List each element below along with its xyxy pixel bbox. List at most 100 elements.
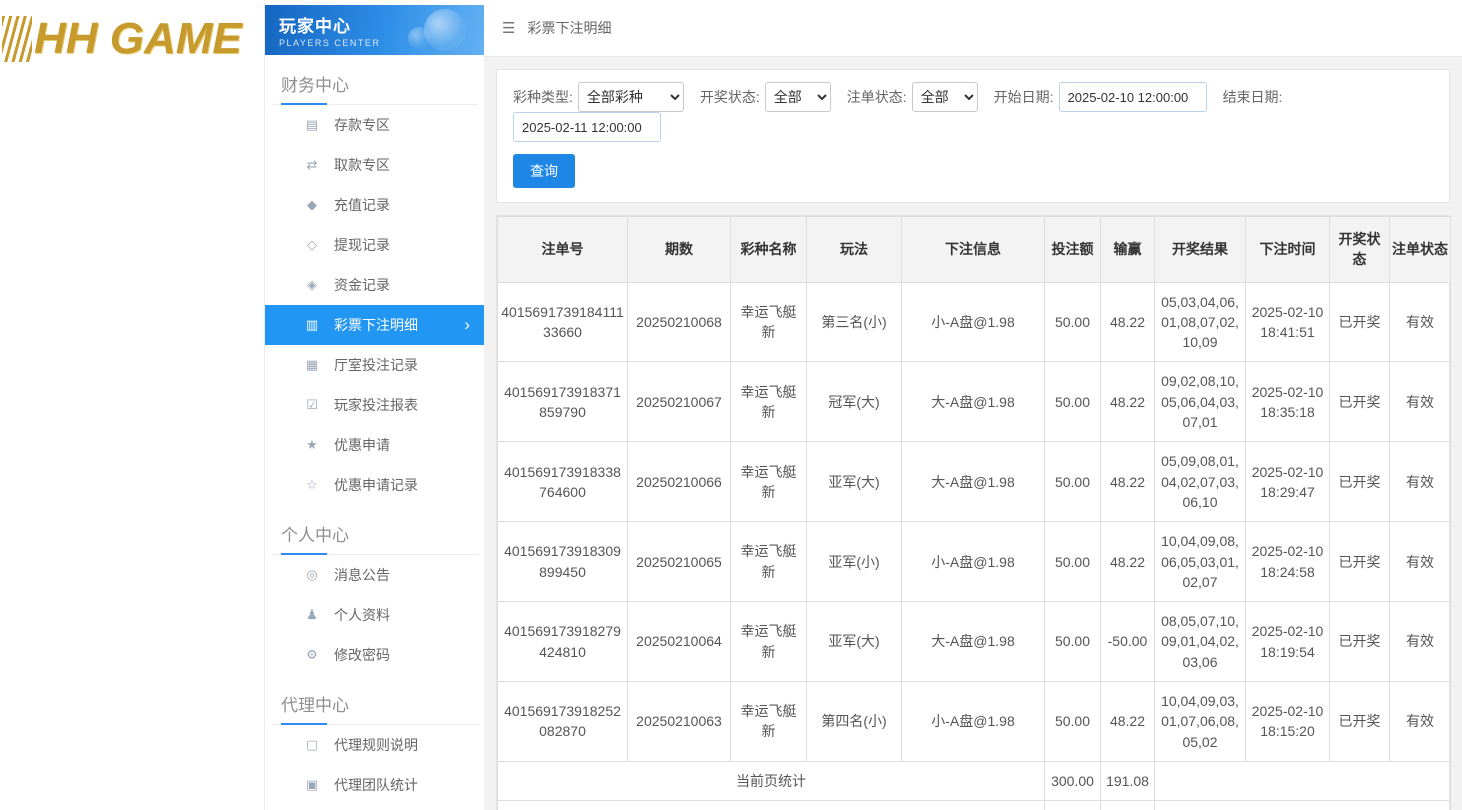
order-status-label: 注单状态: (847, 87, 907, 107)
summary-row: 总统计300.00191.08 (498, 801, 1451, 810)
sidebar-item-agent-rules[interactable]: ▢代理规则说明 (265, 725, 484, 765)
cell-win-loss: 48.22 (1101, 442, 1155, 522)
table-row: 40156917391841113366020250210068幸运飞艇新第三名… (498, 282, 1451, 362)
cell-win-loss: 48.22 (1101, 282, 1155, 362)
cell-play-type: 亚军(大) (807, 442, 902, 522)
topbar: ☰ 彩票下注明细 (484, 0, 1462, 57)
withdraw-icon: ⇄ (303, 157, 321, 173)
cell-bet-info: 小-A盘@1.98 (902, 522, 1045, 602)
cell-draw-result: 05,09,08,01,04,02,07,03,06,10 (1155, 442, 1246, 522)
summary-bet-amount: 300.00 (1045, 761, 1101, 800)
cell-bet-info: 小-A盘@1.98 (902, 682, 1045, 762)
sidebar-item-deposit[interactable]: ▤存款专区 (265, 105, 484, 145)
cell-bet-number: 401569173918279424810 (498, 602, 628, 682)
page-title: 彩票下注明细 (527, 18, 611, 38)
cell-order-status: 有效 (1390, 682, 1451, 762)
cell-order-status: 有效 (1390, 442, 1451, 522)
cell-draw-status: 已开奖 (1330, 282, 1390, 362)
order-status-select[interactable]: 全部 (912, 82, 978, 112)
query-button[interactable]: 查询 (513, 154, 575, 188)
sidebar-item-label: 取款专区 (334, 155, 390, 175)
hall-bet-records-icon: ▦ (303, 357, 321, 373)
column-header-play-type: 玩法 (807, 217, 902, 283)
sidebar-item-label: 资金记录 (334, 275, 390, 295)
summary-win-loss: 191.08 (1101, 761, 1155, 800)
filter-panel: 彩种类型: 全部彩种 开奖状态: 全部 注单状态: 全部 开始日期: 结束日期: (496, 69, 1450, 203)
cell-draw-result: 05,03,04,06,01,08,07,02,10,09 (1155, 282, 1246, 362)
column-header-draw-status: 开奖状态 (1330, 217, 1390, 283)
sidebar-item-recharge-records[interactable]: ◆充值记录 (265, 185, 484, 225)
end-date-input[interactable] (513, 112, 661, 142)
column-header-bet-number: 注单号 (498, 217, 628, 283)
cell-bet-number: 401569173918338764600 (498, 442, 628, 522)
draw-status-select[interactable]: 全部 (765, 82, 831, 112)
cell-bet-amount: 50.00 (1045, 282, 1101, 362)
sidebar-item-agent-team-stats[interactable]: ▣代理团队统计 (265, 765, 484, 805)
cell-bet-amount: 50.00 (1045, 442, 1101, 522)
draw-status-label: 开奖状态: (700, 87, 760, 107)
sidebar-item-label: 提现记录 (334, 235, 390, 255)
table-row: 40156917391825208287020250210063幸运飞艇新第四名… (498, 682, 1451, 762)
column-header-bet-amount: 投注额 (1045, 217, 1101, 283)
cell-bet-time: 2025-02-10 18:19:54 (1246, 602, 1330, 682)
summary-empty (1155, 761, 1451, 800)
start-date-label: 开始日期: (994, 87, 1054, 107)
sidebar-item-label: 厅室投注记录 (334, 355, 418, 375)
announcement-icon: ◎ (303, 567, 321, 583)
cell-bet-number: 401569173918309899450 (498, 522, 628, 602)
lottery-type-select[interactable]: 全部彩种 (578, 82, 684, 112)
sidebar-item-label: 优惠申请 (334, 435, 390, 455)
hamburger-menu-icon[interactable]: ☰ (502, 19, 515, 37)
cell-lottery-name: 幸运飞艇新 (731, 442, 807, 522)
sidebar-item-lottery-bet-detail[interactable]: ▥彩票下注明细› (265, 305, 484, 345)
cell-bet-number: 401569173918371859790 (498, 362, 628, 442)
recharge-records-icon: ◆ (303, 197, 321, 213)
sidebar-item-promo-apply-records[interactable]: ☆优惠申请记录 (265, 465, 484, 505)
sidebar-item-label: 优惠申请记录 (334, 475, 418, 495)
table-row: 40156917391830989945020250210065幸运飞艇新亚军(… (498, 522, 1451, 602)
logo-decoration-icon (2, 16, 32, 62)
cell-play-type: 亚军(小) (807, 522, 902, 602)
sidebar-item-announcement[interactable]: ◎消息公告 (265, 555, 484, 595)
table-row: 40156917391833876460020250210066幸运飞艇新亚军(… (498, 442, 1451, 522)
cashout-records-icon: ◇ (303, 237, 321, 253)
cell-win-loss: -50.00 (1101, 602, 1155, 682)
end-date-label: 结束日期: (1223, 87, 1283, 107)
cell-lottery-name: 幸运飞艇新 (731, 522, 807, 602)
cell-lottery-name: 幸运飞艇新 (731, 282, 807, 362)
sidebar-item-player-bet-report[interactable]: ☑玩家投注报表 (265, 385, 484, 425)
sidebar-item-label: 代理团队统计 (334, 775, 418, 795)
sidebar-item-label: 玩家投注报表 (334, 395, 418, 415)
sidebar-section-title: 个人中心 (271, 505, 478, 555)
summary-bet-amount: 300.00 (1045, 801, 1101, 810)
sidebar-item-profile[interactable]: ♟个人资料 (265, 595, 484, 635)
cell-draw-status: 已开奖 (1330, 362, 1390, 442)
cell-bet-time: 2025-02-10 18:29:47 (1246, 442, 1330, 522)
sidebar-header: 玩家中心 PLAYERS CENTER (265, 5, 484, 55)
column-header-bet-info: 下注信息 (902, 217, 1045, 283)
profile-icon: ♟ (303, 607, 321, 623)
sidebar-item-promo-apply[interactable]: ★优惠申请 (265, 425, 484, 465)
column-header-order-status: 注单状态 (1390, 217, 1451, 283)
sidebar-item-hall-bet-records[interactable]: ▦ 厅室投注记录 (265, 345, 484, 385)
sidebar-item-funds-records[interactable]: ◈资金记录 (265, 265, 484, 305)
sidebar-item-withdraw[interactable]: ⇄ 取款专区 (265, 145, 484, 185)
cell-period: 20250210063 (628, 682, 731, 762)
app-root: HH GAME 玩家中心 PLAYERS CENTER 财务中心▤存款专区⇄取款… (0, 0, 1462, 810)
bets-table: 注单号期数彩种名称玩法下注信息投注额输赢开奖结果下注时间开奖状态注单状态4015… (497, 216, 1451, 810)
cell-draw-result: 10,04,09,03,01,07,06,08,05,02 (1155, 682, 1246, 762)
sidebar-item-password[interactable]: ⚙修改密码 (265, 635, 484, 675)
cell-bet-time: 2025-02-10 18:24:58 (1246, 522, 1330, 602)
sidebar-item-label: 存款专区 (334, 115, 390, 135)
cell-draw-result: 08,05,07,10,09,01,04,02,03,06 (1155, 602, 1246, 682)
table-header-row: 注单号期数彩种名称玩法下注信息投注额输赢开奖结果下注时间开奖状态注单状态 (498, 217, 1451, 283)
start-date-input[interactable] (1059, 82, 1207, 112)
password-icon: ⚙ (303, 647, 321, 663)
cell-bet-info: 大-A盘@1.98 (902, 362, 1045, 442)
sidebar-item-cashout-records[interactable]: ◇ 提现记录 (265, 225, 484, 265)
cell-period: 20250210067 (628, 362, 731, 442)
sidebar-section-title: 财务中心 (271, 55, 478, 105)
cell-bet-amount: 50.00 (1045, 682, 1101, 762)
filter-row: 彩种类型: 全部彩种 开奖状态: 全部 注单状态: 全部 开始日期: 结束日期: (513, 82, 1433, 142)
cell-bet-time: 2025-02-10 18:35:18 (1246, 362, 1330, 442)
